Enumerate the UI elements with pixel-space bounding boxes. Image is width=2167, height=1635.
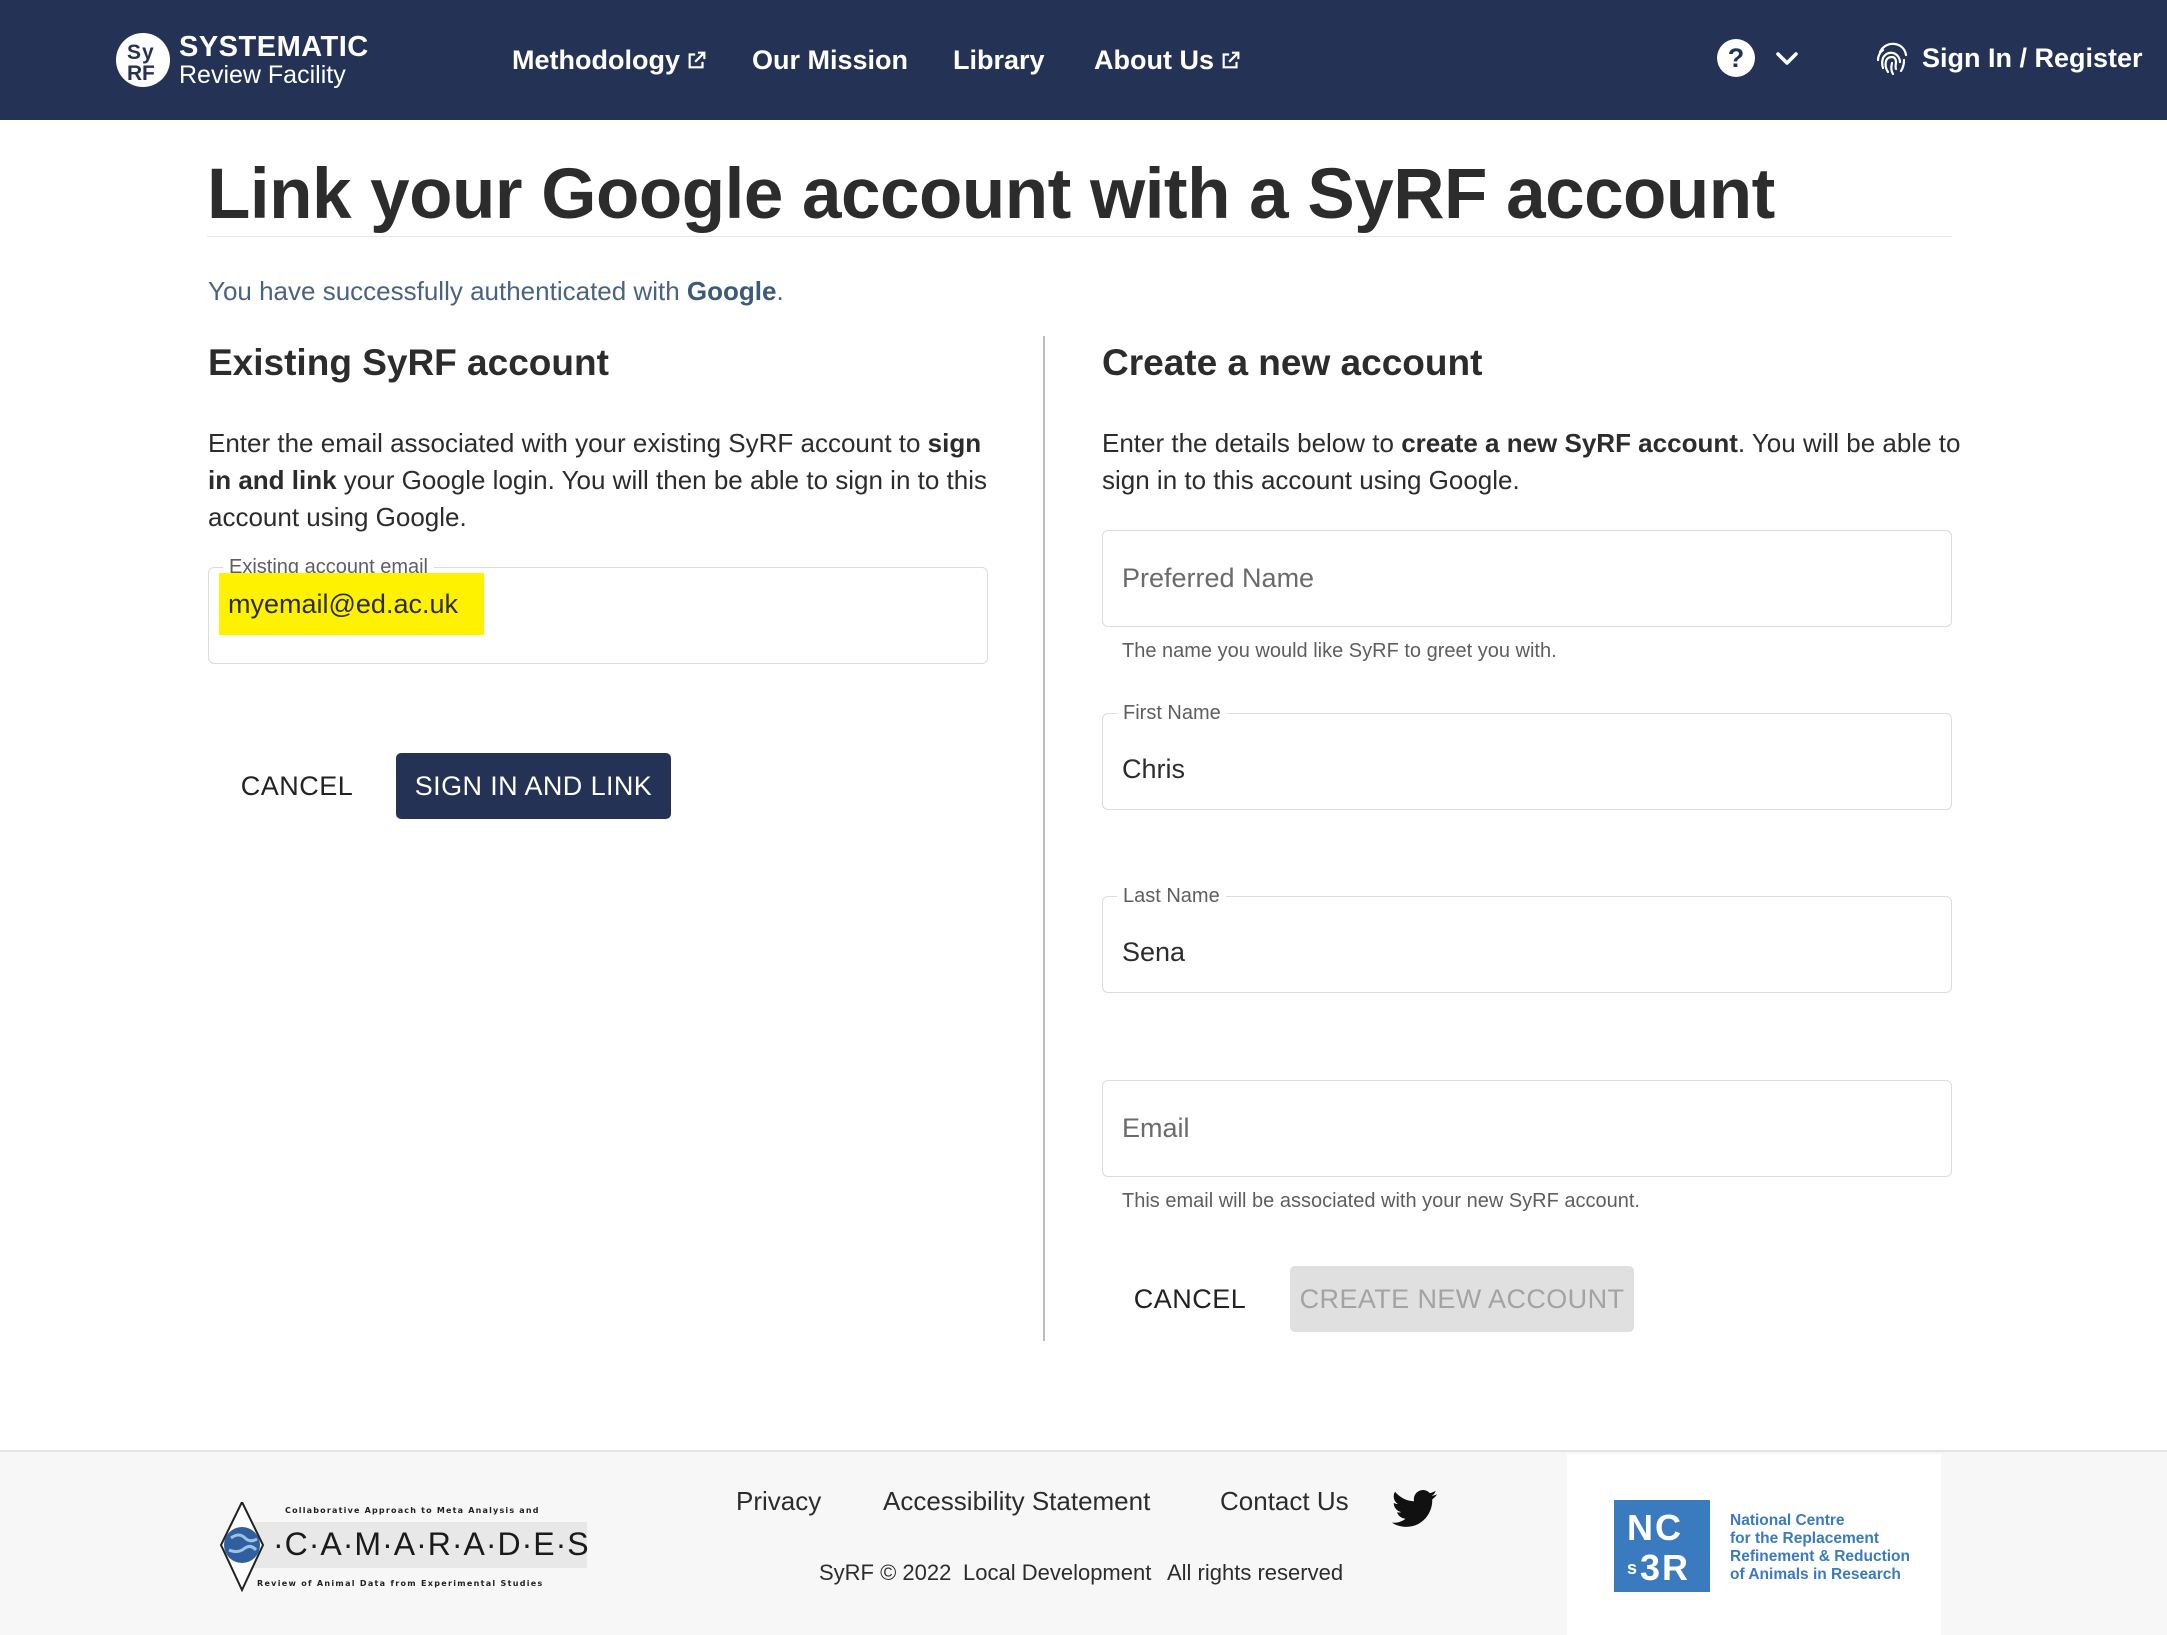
svg-text:F: F (142, 62, 155, 85)
nav-about-us-label: About Us (1094, 45, 1214, 75)
chevron-down-icon[interactable] (1774, 48, 1800, 70)
svg-text:S: S (127, 41, 141, 64)
existing-account-description: Enter the email associated with your exi… (208, 425, 998, 536)
nav-methodology-label: Methodology (512, 45, 680, 75)
brand-text: SYSTEMATIC Review Facility (179, 30, 369, 89)
preferred-name-placeholder: Preferred Name (1122, 563, 1315, 593)
create-desc-part1: Enter the details below to (1102, 428, 1402, 458)
last-name-field[interactable]: Last Name Sena (1102, 883, 1952, 993)
column-divider (1043, 336, 1045, 1341)
footer-copyright: SyRF © 2022 (819, 1560, 952, 1585)
brand-line2: Review Facility (179, 60, 346, 89)
camarades-top-text: Collaborative Approach to Meta Analysis … (285, 1506, 540, 1515)
auth-message-prefix: You have successfully authenticated with (208, 276, 687, 306)
nav-about-us[interactable]: About Us (1094, 40, 1242, 80)
auth-message-suffix: . (776, 276, 784, 306)
sign-in-register-link[interactable]: Sign In / Register (1922, 38, 2143, 78)
syrf-logo-icon: S y R F (116, 33, 170, 87)
nav-library[interactable]: Library (953, 40, 1045, 80)
first-name-value: Chris (1122, 754, 1186, 784)
create-account-title: Create a new account (1102, 342, 1483, 383)
svg-text:R: R (127, 62, 142, 85)
preferred-name-field[interactable]: Preferred Name (1102, 530, 1952, 627)
existing-account-title: Existing SyRF account (208, 342, 609, 383)
new-email-hint: This email will be associated with your … (1122, 1190, 1640, 1212)
existing-email-text: myemail@ed.ac.uk (219, 573, 484, 635)
nc3rs-line: Refinement & Reduction (1730, 1548, 1910, 1565)
nc3rs-mark-top: NC (1627, 1507, 1683, 1548)
footer-accessibility-link[interactable]: Accessibility Statement (883, 1486, 1150, 1517)
footer: Collaborative Approach to Meta Analysis … (0, 1450, 2167, 1635)
nc3rs-mark: NC 3R s (1614, 1500, 1710, 1592)
nc3rs-line: of Animals in Research (1730, 1566, 1901, 1583)
auth-provider: Google (686, 276, 777, 306)
nc3rs-line: National Centre (1730, 1512, 1845, 1529)
page-title: Link your Google account with a SyRF acc… (207, 155, 1775, 234)
nc3rs-mark-sup: s (1627, 1558, 1640, 1578)
nc3rs-mark-bottom: 3R (1640, 1547, 1691, 1588)
svg-text:?: ? (1728, 43, 1745, 73)
create-desc-bold: create a new SyRF account (1401, 428, 1738, 458)
top-navbar: S y R F SYSTEMATIC Review Facility Metho… (0, 0, 2167, 120)
create-cancel-button[interactable]: CANCEL (1110, 1266, 1270, 1332)
nav-our-mission-label: Our Mission (752, 45, 909, 75)
nav-methodology[interactable]: Methodology (512, 40, 708, 80)
existing-email-field[interactable]: Existing account email myemail@ed.ac.uk (208, 554, 988, 664)
create-new-account-button[interactable]: CREATE NEW ACCOUNT (1290, 1266, 1634, 1332)
footer-privacy-link[interactable]: Privacy (736, 1486, 821, 1517)
nc3rs-text: National Centre for the Replacement Refi… (1730, 1512, 1910, 1584)
svg-text:y: y (142, 41, 154, 64)
nav-library-label: Library (953, 45, 1045, 75)
camarades-bottom-text: Review of Animal Data from Experimental … (257, 1579, 544, 1588)
footer-environment: Local Development (963, 1560, 1152, 1585)
brand-link[interactable]: S y R F SYSTEMATIC Review Facility (115, 30, 369, 90)
last-name-value: Sena (1122, 937, 1186, 967)
existing-cancel-button[interactable]: CANCEL (217, 753, 377, 819)
nav-our-mission[interactable]: Our Mission (752, 40, 908, 80)
new-email-field[interactable]: Email (1102, 1080, 1952, 1177)
existing-email-value[interactable]: myemail@ed.ac.uk (219, 573, 484, 635)
new-email-placeholder: Email (1122, 1113, 1190, 1143)
nc3rs-logo[interactable]: NC 3R s National Centre for the Replaceme… (1567, 1454, 1941, 1635)
last-name-label: Last Name (1117, 883, 1226, 909)
first-name-label: First Name (1117, 700, 1227, 726)
external-link-icon (688, 51, 706, 69)
existing-desc-part1: Enter the email associated with your exi… (208, 428, 928, 458)
fingerprint-icon[interactable] (1872, 38, 1912, 78)
footer-contact-link[interactable]: Contact Us (1220, 1486, 1349, 1517)
camarades-logo[interactable]: Collaborative Approach to Meta Analysis … (215, 1502, 593, 1592)
first-name-field[interactable]: First Name Chris (1102, 700, 1952, 810)
preferred-name-hint: The name you would like SyRF to greet yo… (1122, 640, 1557, 662)
nc3rs-line: for the Replacement (1730, 1530, 1880, 1547)
camarades-name-text: ·C·A·M·A·R·A·D·E·S· (273, 1526, 593, 1562)
title-divider (207, 236, 1952, 237)
sign-in-and-link-button[interactable]: SIGN IN AND LINK (396, 753, 671, 819)
footer-rights: All rights reserved (1167, 1560, 1344, 1585)
twitter-bird-icon[interactable] (1392, 1489, 1438, 1529)
help-question-icon[interactable]: ? (1716, 38, 1756, 78)
create-account-description: Enter the details below to create a new … (1102, 425, 1962, 499)
auth-success-message: You have successfully authenticated with… (208, 276, 784, 307)
external-link-icon (1222, 51, 1240, 69)
brand-line1: SYSTEMATIC (179, 30, 369, 63)
